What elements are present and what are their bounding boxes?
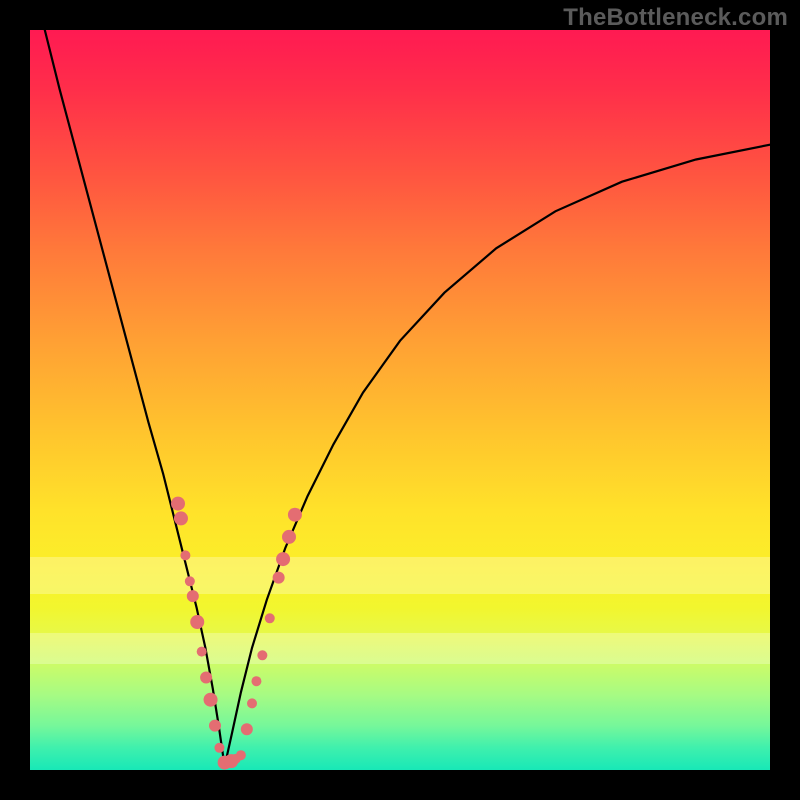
marker-dot <box>282 530 296 544</box>
marker-dot <box>214 743 224 753</box>
curve-layer <box>30 30 770 770</box>
curve-right-arm <box>225 145 770 767</box>
marker-dot <box>200 672 212 684</box>
marker-dot <box>204 693 218 707</box>
chart-frame: TheBottleneck.com <box>0 0 800 800</box>
marker-dot <box>190 615 204 629</box>
marker-dot <box>265 613 275 623</box>
marker-dot <box>247 698 257 708</box>
marker-group <box>171 497 302 770</box>
marker-dot <box>288 508 302 522</box>
marker-dot <box>273 572 285 584</box>
curve-left-arm <box>45 30 225 766</box>
marker-dot <box>187 590 199 602</box>
marker-dot <box>180 550 190 560</box>
marker-dot <box>236 750 246 760</box>
marker-dot <box>197 647 207 657</box>
plot-area <box>30 30 770 770</box>
marker-dot <box>171 497 185 511</box>
marker-dot <box>251 676 261 686</box>
marker-dot <box>185 576 195 586</box>
marker-dot <box>209 720 221 732</box>
marker-dot <box>257 650 267 660</box>
marker-dot <box>276 552 290 566</box>
watermark-text: TheBottleneck.com <box>563 4 788 32</box>
marker-dot <box>241 723 253 735</box>
marker-dot <box>174 511 188 525</box>
